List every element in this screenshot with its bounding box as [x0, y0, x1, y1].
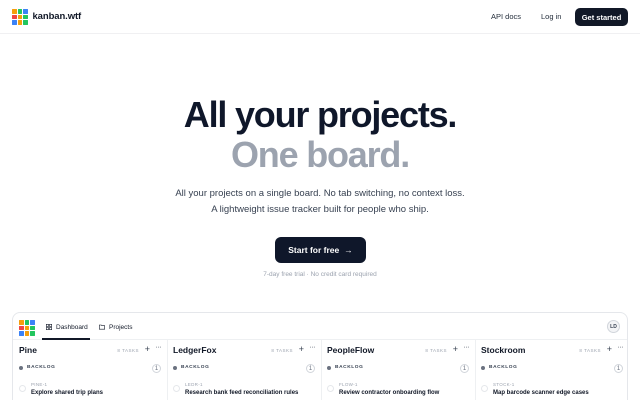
add-task-icon[interactable]: +: [299, 344, 304, 354]
brand-name: kanban.wtf: [32, 11, 82, 23]
start-for-free-label: Start for free: [288, 245, 340, 255]
more-options-icon[interactable]: ···: [464, 344, 470, 351]
more-options-icon[interactable]: ···: [156, 344, 162, 351]
hero-description-line-2: A lightweight issue tracker built for pe…: [211, 204, 429, 215]
status-dot-icon: [19, 365, 23, 370]
board-column: PeopleFlow 8 TASKS + ··· BACKLOG 1 FLOW-…: [321, 340, 475, 400]
api-docs-link[interactable]: API docs: [491, 12, 521, 21]
start-for-free-button[interactable]: Start for free →: [275, 237, 366, 263]
task-checkbox[interactable]: [327, 385, 334, 392]
login-link[interactable]: Log in: [541, 12, 561, 21]
column-task-count: 8 TASKS: [117, 348, 139, 353]
get-started-button[interactable]: Get started: [575, 8, 628, 26]
tab-dashboard-label: Dashboard: [56, 323, 88, 331]
status-group-header[interactable]: BACKLOG: [19, 365, 55, 370]
tab-dashboard[interactable]: Dashboard: [46, 321, 88, 333]
kanban-logo-icon: [12, 9, 28, 25]
column-task-count: 8 TASKS: [271, 348, 293, 353]
top-nav: kanban.wtf API docs Log in Get started: [0, 0, 640, 34]
brand[interactable]: kanban.wtf: [12, 9, 81, 25]
status-label: BACKLOG: [181, 365, 210, 370]
more-options-icon[interactable]: ···: [310, 344, 316, 351]
task-title[interactable]: Research bank feed reconciliation rules: [185, 390, 298, 396]
status-dot-icon: [327, 365, 331, 370]
status-count-badge: 1: [460, 364, 469, 373]
status-label: BACKLOG: [27, 365, 56, 370]
column-title: Stockroom: [481, 345, 526, 355]
status-label: BACKLOG: [489, 365, 518, 370]
column-task-count: 8 TASKS: [579, 348, 601, 353]
kanban-logo-icon: [19, 320, 35, 336]
status-group-header[interactable]: BACKLOG: [481, 365, 517, 370]
board-column: LedgerFox 8 TASKS + ··· BACKLOG 1 LEDR-1…: [167, 340, 321, 400]
task-id: LEDR-1: [185, 382, 203, 387]
status-count-badge: 1: [306, 364, 315, 373]
hero-subtitle-title: One board.: [230, 134, 410, 175]
status-count-badge: 1: [614, 364, 623, 373]
status-dot-icon: [481, 365, 485, 370]
add-task-icon[interactable]: +: [145, 344, 150, 354]
add-task-icon[interactable]: +: [453, 344, 458, 354]
task-id: PINE-1: [31, 382, 48, 387]
status-count-badge: 1: [152, 364, 161, 373]
trial-note: 7-day free trial · No credit card requir…: [263, 271, 377, 278]
more-options-icon[interactable]: ···: [618, 344, 624, 351]
column-title: PeopleFlow: [327, 345, 375, 355]
task-checkbox[interactable]: [173, 385, 180, 392]
arrow-right-icon: →: [344, 245, 353, 255]
task-checkbox[interactable]: [19, 385, 26, 392]
column-task-count: 8 TASKS: [425, 348, 447, 353]
avatar[interactable]: LD: [607, 320, 620, 333]
tab-projects[interactable]: Projects: [99, 321, 132, 333]
hero-title: All your projects.: [183, 94, 458, 135]
status-group-header[interactable]: BACKLOG: [327, 365, 363, 370]
column-title: LedgerFox: [173, 345, 217, 355]
column-title: Pine: [19, 345, 37, 355]
hero-description-line-1: All your projects on a single board. No …: [175, 188, 465, 199]
task-title[interactable]: Explore shared trip plans: [31, 390, 103, 396]
app-preview: Dashboard Projects LD Pine 8 TASKS + ···…: [12, 312, 628, 400]
task-title[interactable]: Map barcode scanner edge cases: [493, 390, 589, 396]
app-preview-toolbar: Dashboard Projects LD: [13, 313, 627, 340]
status-dot-icon: [173, 365, 177, 370]
status-label: BACKLOG: [335, 365, 364, 370]
board-column: Pine 8 TASKS + ··· BACKLOG 1 PINE-1 Expl…: [13, 340, 167, 400]
task-id: FLOW-1: [339, 382, 358, 387]
task-id: STOCK-1: [493, 382, 515, 387]
add-task-icon[interactable]: +: [607, 344, 612, 354]
folder-icon: [99, 324, 105, 330]
grid-icon: [46, 324, 52, 330]
status-group-header[interactable]: BACKLOG: [173, 365, 209, 370]
board-column: Stockroom 8 TASKS + ··· BACKLOG 1 STOCK-…: [475, 340, 627, 400]
tab-projects-label: Projects: [109, 323, 133, 331]
task-title[interactable]: Review contractor onboarding flow: [339, 390, 439, 396]
task-checkbox[interactable]: [481, 385, 488, 392]
